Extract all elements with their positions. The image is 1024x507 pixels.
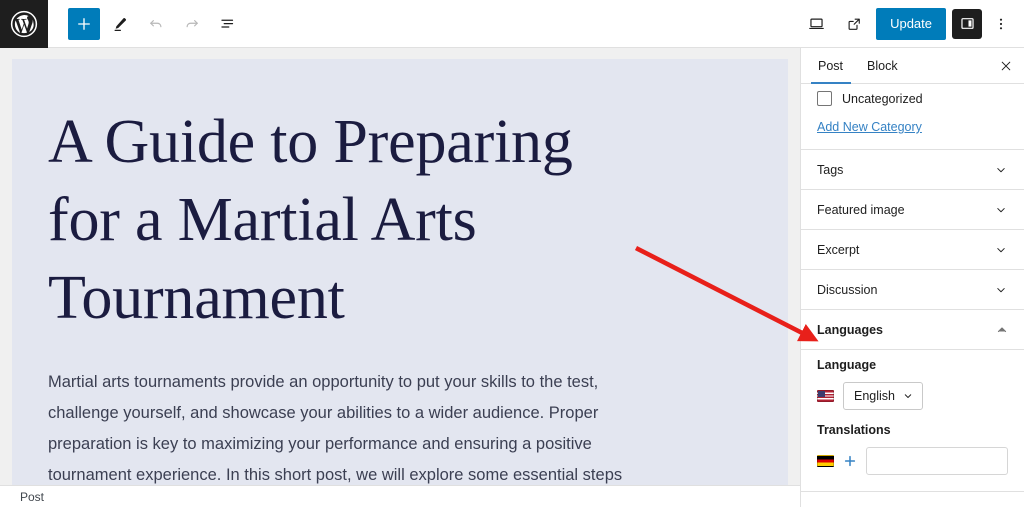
add-new-category-link[interactable]: Add New Category [817, 120, 922, 134]
close-sidebar-button[interactable] [988, 48, 1024, 83]
sidebar-tab-bar: Post Block [801, 48, 1024, 84]
categories-section: Uncategorized Add New Category [801, 84, 1024, 150]
breadcrumb: Post [20, 489, 45, 504]
add-translation-plus-icon[interactable] [843, 454, 857, 468]
panel-discussion[interactable]: Discussion [801, 270, 1024, 310]
wordpress-block-editor: Update A Guide to Preparing for a Martia… [0, 0, 1024, 507]
post-canvas[interactable]: A Guide to Preparing for a Martial Arts … [12, 59, 788, 485]
chevron-down-icon [994, 163, 1008, 177]
undo-button[interactable] [140, 8, 172, 40]
tools-pencil-button[interactable] [104, 8, 136, 40]
language-selector-row: English [817, 382, 1008, 410]
panel-featured-image-label: Featured image [817, 202, 905, 217]
panel-discussion-label: Discussion [817, 282, 878, 297]
settings-sidebar: Post Block Uncategorized Add New Categor… [800, 48, 1024, 507]
tab-block[interactable]: Block [855, 48, 910, 83]
tab-post[interactable]: Post [801, 48, 855, 84]
settings-sidebar-toggle[interactable] [952, 8, 982, 39]
chevron-down-icon [994, 283, 1008, 297]
post-title-block[interactable]: A Guide to Preparing for a Martial Arts … [48, 103, 648, 337]
post-paragraph-block[interactable]: Martial arts tournaments provide an oppo… [48, 367, 628, 485]
category-checkbox[interactable] [817, 91, 832, 106]
translations-heading: Translations [817, 423, 891, 437]
editor-toolbar: Update [0, 0, 1024, 48]
category-item-uncategorized[interactable]: Uncategorized [817, 91, 1008, 106]
flag-united-states-icon [817, 390, 834, 402]
editor-status-bar: Post [0, 485, 800, 507]
panel-languages[interactable]: Languages [801, 310, 1024, 350]
chevron-down-icon [994, 203, 1008, 217]
category-label: Uncategorized [842, 91, 923, 106]
redo-button[interactable] [176, 8, 208, 40]
language-select[interactable]: English [843, 382, 923, 410]
panel-languages-label: Languages [817, 322, 883, 337]
editor-canvas-area: A Guide to Preparing for a Martial Arts … [0, 48, 800, 485]
view-post-button[interactable] [838, 8, 870, 40]
chevron-down-icon [994, 243, 1008, 257]
panel-tags-label: Tags [817, 162, 844, 177]
translation-row-german [817, 447, 1008, 475]
panel-excerpt[interactable]: Excerpt [801, 230, 1024, 270]
language-select-value: English [854, 389, 895, 403]
toolbar-left-group [48, 7, 244, 40]
toolbar-right-group: Update [800, 7, 1024, 40]
list-view-button[interactable] [212, 8, 244, 40]
wordpress-logo-icon[interactable] [0, 0, 48, 48]
update-button[interactable]: Update [876, 7, 946, 40]
add-block-button[interactable] [68, 7, 100, 40]
device-preview-button[interactable] [800, 8, 832, 40]
flag-germany-icon [817, 455, 834, 467]
editor-options-button[interactable] [988, 8, 1014, 40]
language-heading: Language [817, 358, 877, 372]
panel-excerpt-label: Excerpt [817, 242, 860, 257]
panel-featured-image[interactable]: Featured image [801, 190, 1024, 230]
chevron-down-icon [902, 390, 914, 402]
panel-tags[interactable]: Tags [801, 150, 1024, 190]
translation-search-input[interactable] [866, 447, 1008, 475]
chevron-up-icon [996, 324, 1008, 336]
languages-panel-body: Language English Translations [801, 350, 1024, 492]
